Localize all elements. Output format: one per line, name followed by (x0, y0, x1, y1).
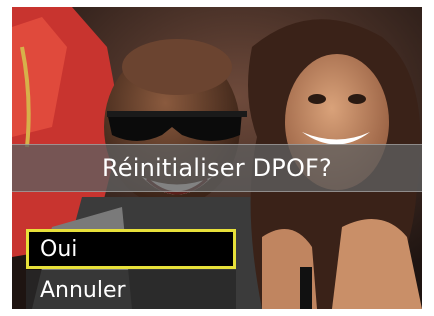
confirmation-menu: Oui Annuler (26, 229, 236, 309)
option-cancel[interactable]: Annuler (26, 270, 236, 309)
option-yes-label: Oui (40, 236, 78, 262)
option-cancel-label: Annuler (40, 277, 126, 303)
reset-dpof-prompt: Réinitialiser DPOF? (12, 144, 422, 192)
camera-screen: Réinitialiser DPOF? Oui Annuler (12, 7, 422, 309)
prompt-text: Réinitialiser DPOF? (102, 154, 332, 182)
option-yes[interactable]: Oui (26, 229, 236, 269)
